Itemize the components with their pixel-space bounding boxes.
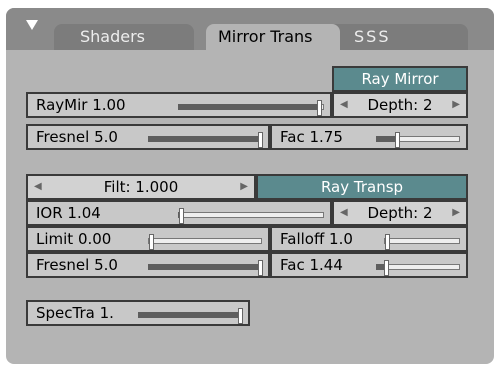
mirror-fresnel-slider[interactable]: Fresnel 5.0 xyxy=(26,124,270,150)
transp-fresnel-track xyxy=(148,260,263,276)
limit-track xyxy=(148,234,262,250)
collapse-triangle-icon[interactable] xyxy=(26,20,38,30)
slider-knob[interactable] xyxy=(238,308,243,324)
slider-fill xyxy=(178,104,319,110)
slider-knob[interactable] xyxy=(258,260,263,276)
decrement-arrow-icon[interactable]: ◀ xyxy=(34,176,42,198)
slider-knob[interactable] xyxy=(385,234,390,250)
raymir-track xyxy=(178,100,324,116)
ior-slider[interactable]: IOR 1.04 xyxy=(26,200,332,226)
slider-knob[interactable] xyxy=(149,234,154,250)
mirror-fresnel-track xyxy=(148,132,263,148)
slider-fill xyxy=(148,136,260,142)
spectra-slider[interactable]: SpecTra 1. xyxy=(26,300,250,326)
slider-fill xyxy=(376,136,397,142)
tab-shaders[interactable]: Shaders xyxy=(54,24,194,50)
slider-fill xyxy=(138,312,240,318)
slider-knob[interactable] xyxy=(395,132,400,148)
transp-fac-label: Fac 1.44 xyxy=(280,256,343,274)
raymir-label: RayMir 1.00 xyxy=(36,96,126,114)
ray-transp-toggle[interactable]: Ray Transp xyxy=(256,174,468,200)
transp-fresnel-slider[interactable]: Fresnel 5.0 xyxy=(26,252,270,278)
mirror-fac-slider[interactable]: Fac 1.75 xyxy=(270,124,468,150)
slider-knob[interactable] xyxy=(317,100,322,116)
raymir-slider[interactable]: RayMir 1.00 xyxy=(26,92,332,118)
tab-mirror-trans[interactable]: Mirror Trans xyxy=(206,24,340,50)
mirror-depth-field[interactable]: ◀ Depth: 2 ▶ xyxy=(332,92,468,118)
spectra-label: SpecTra 1. xyxy=(36,304,114,322)
mirror-fresnel-label: Fresnel 5.0 xyxy=(36,128,118,146)
tab-sss[interactable]: SSS xyxy=(322,24,468,50)
mirror-fac-label: Fac 1.75 xyxy=(280,128,343,146)
ior-track xyxy=(178,208,324,224)
ray-mirror-toggle[interactable]: Ray Mirror xyxy=(332,66,468,92)
ior-label: IOR 1.04 xyxy=(36,204,101,222)
spectra-track xyxy=(138,308,243,324)
material-panel: Shaders SSS Mirror Trans Ray Mirror RayM… xyxy=(6,8,494,364)
filt-value: Filt: 1.000 xyxy=(103,178,179,196)
mirror-depth-value: Depth: 2 xyxy=(367,96,433,114)
limit-slider[interactable]: Limit 0.00 xyxy=(26,226,270,252)
falloff-slider[interactable]: Falloff 1.0 xyxy=(270,226,468,252)
transp-fresnel-label: Fresnel 5.0 xyxy=(36,256,118,274)
slider-fill xyxy=(148,264,260,270)
decrement-arrow-icon[interactable]: ◀ xyxy=(340,202,348,224)
increment-arrow-icon[interactable]: ▶ xyxy=(452,202,460,224)
tab-bar: Shaders SSS Mirror Trans xyxy=(6,8,494,50)
transp-depth-field[interactable]: ◀ Depth: 2 ▶ xyxy=(332,200,468,226)
increment-arrow-icon[interactable]: ▶ xyxy=(240,176,248,198)
decrement-arrow-icon[interactable]: ◀ xyxy=(340,94,348,116)
slider-knob[interactable] xyxy=(384,260,389,276)
slider-knob[interactable] xyxy=(179,208,184,224)
slider-knob[interactable] xyxy=(258,132,263,148)
transp-fac-track xyxy=(376,260,460,276)
mirror-fac-track xyxy=(376,132,460,148)
transp-depth-value: Depth: 2 xyxy=(367,204,433,222)
increment-arrow-icon[interactable]: ▶ xyxy=(452,94,460,116)
falloff-track xyxy=(384,234,460,250)
limit-label: Limit 0.00 xyxy=(36,230,112,248)
filt-field[interactable]: ◀ Filt: 1.000 ▶ xyxy=(26,174,256,200)
falloff-label: Falloff 1.0 xyxy=(280,230,353,248)
transp-fac-slider[interactable]: Fac 1.44 xyxy=(270,252,468,278)
